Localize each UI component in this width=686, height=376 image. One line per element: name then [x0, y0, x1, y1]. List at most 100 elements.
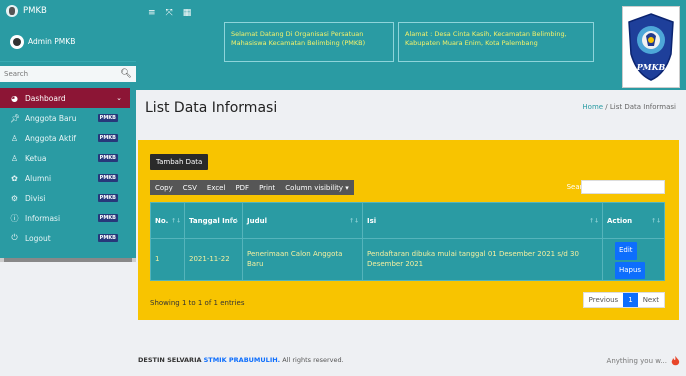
export-toolbar: Copy CSV Excel PDF Print Column visibili…	[150, 180, 354, 195]
footer-credit: DESTIN SELVARIA STMIK PRABUMULIH. All ri…	[138, 356, 344, 364]
page-1-button[interactable]: 1	[623, 293, 638, 307]
sidebar-scrollbar[interactable]	[0, 258, 136, 262]
menu-badge: PMKB	[97, 174, 118, 182]
cell-judul: Penerimaan Calon Anggota Baru	[242, 238, 363, 281]
footer-author: DESTIN SELVARIA	[138, 356, 202, 364]
next-page-button[interactable]: Next	[638, 293, 664, 307]
column-header-no[interactable]: No. ↑↓	[150, 202, 185, 239]
sidebar-item-label: Anggota Baru	[25, 113, 77, 123]
breadcrumb: Home / List Data Informasi	[582, 103, 676, 111]
table-header-row: No. ↑↓ Tanggal Info ↑↓ Judul ↑↓ Isi ↑↓ Actio…	[150, 202, 665, 239]
table-info: Showing 1 to 1 of 1 entries	[150, 299, 245, 307]
sidebar-item-label: Logout	[25, 233, 51, 243]
sidebar-item-logout[interactable]: ⏻ Logout PMKB	[0, 228, 130, 248]
menu-toggle-icon[interactable]: ≡	[148, 8, 156, 18]
cell-isi: Pendaftaran dibuka mulai tanggal 01 Dese…	[362, 238, 603, 281]
menu-badge: PMKB	[97, 114, 118, 122]
delete-button[interactable]: Hapus	[615, 261, 646, 280]
sidebar-item-label: Anggota Aktif	[25, 133, 77, 143]
sort-icon: ↑↓	[228, 217, 239, 224]
column-header-isi[interactable]: Isi ↑↓	[362, 202, 603, 239]
column-visibility-button[interactable]: Column visibility ▾	[280, 180, 354, 195]
header-icons: ≡ ⤧ ▦	[148, 8, 191, 18]
user-panel[interactable]: Admin PMKB	[0, 22, 136, 62]
user-name: Admin PMKB	[28, 37, 76, 46]
breadcrumb-current: List Data Informasi	[609, 103, 676, 111]
address-box: Alamat : Desa Cinta Kasih, Kecamatan Bel…	[398, 22, 594, 62]
power-icon: ⏻	[11, 233, 18, 242]
sidebar-item-label: Ketua	[25, 153, 47, 163]
sidebar-item-dashboard[interactable]: ◕ Dashboard ⌄	[0, 88, 130, 108]
pdf-button[interactable]: PDF	[230, 180, 254, 195]
person-icon: ♙	[10, 133, 19, 143]
pmkb-shield-icon: PMKB	[628, 13, 674, 81]
footer-school-link[interactable]: STMIK PRABUMULIH.	[204, 356, 281, 364]
alumni-icon: ✿	[11, 173, 18, 183]
cell-action: Edit Hapus	[602, 238, 665, 281]
fullscreen-icon[interactable]: ⤧	[166, 8, 173, 18]
info-icon: ⓘ	[10, 213, 19, 223]
gear-icon: ⚙	[10, 193, 19, 203]
top-header: ≡ ⤧ ▦ Selamat Datang Di Organisasi Persa…	[136, 0, 686, 90]
sidebar-search: 🔍︎	[0, 64, 136, 84]
pagination: Previous 1 Next	[582, 292, 665, 308]
chevron-down-icon: ⌄	[116, 94, 122, 102]
sidebar-item-label: Alumni	[25, 173, 52, 183]
sidebar-item-label: Dashboard	[25, 93, 66, 103]
csv-button[interactable]: CSV	[178, 180, 202, 195]
add-data-button[interactable]: Tambah Data	[150, 154, 209, 170]
previous-page-button[interactable]: Previous	[584, 293, 624, 307]
edit-button[interactable]: Edit	[615, 241, 637, 260]
person-icon: ♙	[10, 153, 19, 163]
column-header-judul[interactable]: Judul ↑↓	[242, 202, 363, 239]
cell-no: 1	[150, 238, 185, 281]
data-panel: Tambah Data Copy CSV Excel PDF Print Col…	[138, 140, 679, 320]
column-header-action[interactable]: Action ↑↓	[602, 202, 665, 239]
page-title: List Data Informasi	[145, 100, 278, 116]
sidebar-item-informasi[interactable]: ⓘ Informasi PMKB	[0, 208, 130, 228]
menu-badge: PMKB	[97, 154, 118, 162]
organization-logo: PMKB	[622, 6, 680, 88]
menu-badge: PMKB	[97, 234, 118, 242]
flame-icon	[671, 356, 680, 366]
user-avatar-icon	[10, 34, 24, 49]
sort-icon: ↑↓	[588, 217, 599, 224]
sidebar-item-label: Informasi	[25, 213, 61, 223]
sort-icon: ↑↓	[650, 217, 661, 224]
sidebar-item-ketua[interactable]: ♙ Ketua PMKB	[0, 148, 130, 168]
sidebar-item-anggota-baru[interactable]: 📌︎ Anggota Baru PMKB	[0, 108, 130, 128]
cell-tanggal: 2021-11-22	[184, 238, 243, 281]
sidebar-item-label: Divisi	[25, 193, 46, 203]
brand-title: PMKB	[23, 6, 47, 16]
brand[interactable]: PMKB	[0, 0, 136, 22]
table-search-input[interactable]	[581, 180, 665, 194]
excel-button[interactable]: Excel	[202, 180, 231, 195]
brand-logo-icon	[6, 5, 18, 17]
pin-icon: 📌︎	[10, 113, 21, 123]
menu-badge: PMKB	[97, 194, 118, 202]
svg-text:PMKB: PMKB	[636, 62, 666, 72]
dashboard-icon: ◕	[11, 93, 18, 103]
sidebar-search-input[interactable]	[0, 66, 116, 82]
grid-icon[interactable]: ▦	[183, 8, 192, 18]
sidebar-item-alumni[interactable]: ✿ Alumni PMKB	[0, 168, 130, 188]
table-row: 1 2021-11-22 Penerimaan Calon Anggota Ba…	[150, 238, 665, 281]
sidebar-item-anggota-aktif[interactable]: ♙ Anggota Aktif PMKB	[0, 128, 130, 148]
footer-rights: All rights reserved.	[280, 356, 344, 364]
footer-right: Anything you w...	[607, 356, 680, 366]
sidebar-item-divisi[interactable]: ⚙ Divisi PMKB	[0, 188, 130, 208]
sidebar-menu: ◕ Dashboard ⌄ 📌︎ Anggota Baru PMKB ♙ Ang…	[0, 88, 130, 248]
sort-icon: ↑↓	[170, 217, 181, 224]
footer-tagline: Anything you w...	[606, 357, 667, 365]
breadcrumb-separator: /	[603, 103, 610, 111]
column-header-tanggal[interactable]: Tanggal Info ↑↓	[184, 202, 243, 239]
copy-button[interactable]: Copy	[150, 180, 178, 195]
menu-badge: PMKB	[97, 214, 118, 222]
breadcrumb-home[interactable]: Home	[582, 103, 603, 111]
welcome-box: Selamat Datang Di Organisasi Persatuan M…	[224, 22, 394, 62]
print-button[interactable]: Print	[254, 180, 280, 195]
sort-icon: ↑↓	[348, 217, 359, 224]
search-icon[interactable]: 🔍︎	[116, 66, 136, 82]
info-table: No. ↑↓ Tanggal Info ↑↓ Judul ↑↓ Isi ↑↓ Actio…	[150, 202, 665, 281]
menu-badge: PMKB	[97, 134, 118, 142]
